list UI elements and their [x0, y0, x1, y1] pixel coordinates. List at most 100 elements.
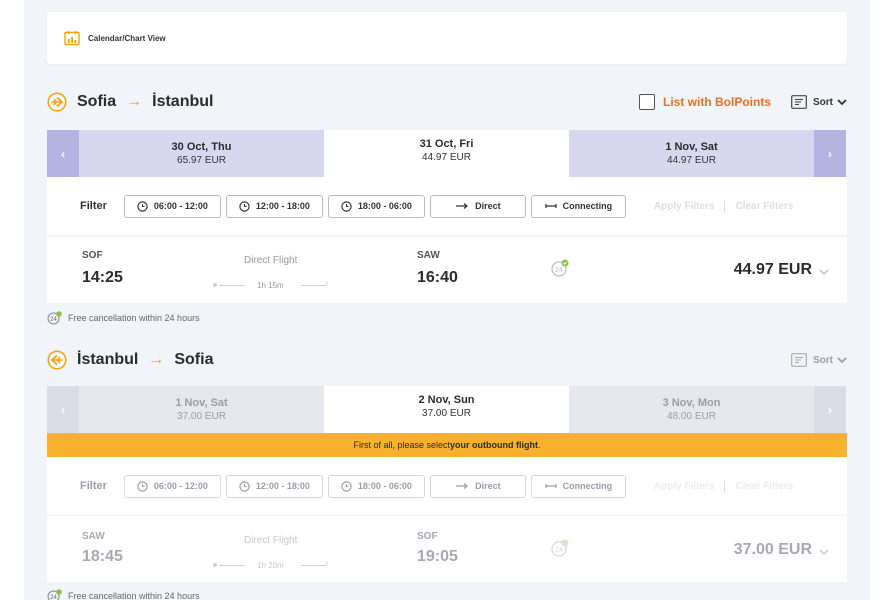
date-option[interactable]: 30 Oct, Thu 65.97 EUR — [79, 130, 324, 177]
connecting-icon — [545, 204, 557, 208]
filter-time-label: 06:00 - 12:00 — [153, 481, 208, 491]
filter-connecting-button[interactable]: Connecting — [530, 194, 626, 218]
route-line — [301, 565, 327, 566]
prev-date-button[interactable]: ‹ — [47, 386, 79, 433]
bolpoints-checkbox[interactable] — [639, 94, 655, 110]
clear-filters-button[interactable]: Clear Filters — [735, 201, 793, 212]
arrival-airport: SAW — [417, 250, 440, 261]
filter-time-label: 18:00 - 06:00 — [357, 481, 412, 491]
date-option-selected[interactable]: 2 Nov, Sun 37.00 EUR — [324, 386, 569, 433]
return-date-selector: ‹ 1 Nov, Sat 37.00 EUR 2 Nov, Sun 37.00 … — [47, 386, 847, 433]
outbound-route-header: Sofia → İstanbul List with BolPoints Sor… — [47, 87, 847, 117]
filter-evening-button[interactable]: 18:00 - 06:00 — [327, 194, 425, 218]
direct-arrow-icon — [456, 203, 469, 209]
filter-time-label: 12:00 - 18:00 — [255, 481, 310, 491]
filter-direct-button[interactable]: Direct — [429, 474, 526, 498]
date-label: 30 Oct, Thu — [171, 140, 232, 153]
date-option[interactable]: 3 Nov, Mon 48.00 EUR — [569, 386, 814, 433]
chevron-down-icon[interactable] — [837, 356, 847, 364]
route-arrow: → — [126, 93, 143, 110]
clock-icon — [137, 480, 148, 492]
chevron-down-icon[interactable] — [837, 98, 847, 106]
return-destination: Sofia — [174, 351, 214, 368]
svg-text:24: 24 — [50, 595, 57, 600]
sort-button[interactable]: Sort — [813, 355, 833, 366]
free-cancellation-icon: 24 — [47, 311, 62, 325]
filter-direct-label: Direct — [475, 481, 501, 491]
departure-airport: SOF — [82, 250, 103, 261]
route-line — [219, 285, 245, 286]
departure-airport: SAW — [82, 531, 105, 542]
apply-filters-button[interactable]: Apply Filters — [654, 481, 715, 492]
clock-icon — [341, 480, 352, 492]
date-price: 65.97 EUR — [177, 154, 226, 166]
sort-button[interactable]: Sort — [813, 97, 833, 108]
filter-time-label: 06:00 - 12:00 — [153, 201, 208, 211]
outbound-flight-card[interactable]: SOF 14:25 Direct Flight 1h 15m › SAW 16:… — [47, 237, 847, 303]
return-flight-card[interactable]: SAW 18:45 Direct Flight 1h 20m › SOF 19:… — [47, 516, 847, 582]
route-arrow-icon: › — [325, 278, 329, 289]
filter-connecting-label: Connecting — [562, 201, 613, 211]
outbound-date-selector: ‹ 30 Oct, Thu 65.97 EUR 31 Oct, Fri 44.9… — [47, 130, 847, 177]
route-start-dot — [213, 283, 217, 287]
filter-time-label: 12:00 - 18:00 — [255, 201, 310, 211]
filter-label: Filter — [80, 200, 107, 212]
filter-afternoon-button[interactable]: 12:00 - 18:00 — [225, 194, 323, 218]
apply-filters-button[interactable]: Apply Filters — [654, 201, 715, 212]
return-route-header: İstanbul → Sofia Sort — [47, 345, 847, 375]
next-date-button[interactable]: › — [814, 386, 846, 433]
filter-direct-button[interactable]: Direct — [429, 194, 526, 218]
cancellation-text: Free cancellation within 24 hours — [68, 313, 200, 323]
flight-price: 44.97 EUR — [733, 261, 812, 278]
clock-icon — [239, 480, 250, 492]
banner-text: First of all, please select — [353, 440, 451, 450]
calendar-view-toggle[interactable]: Calendar/Chart View — [47, 12, 847, 64]
cancellation-note: 24 Free cancellation within 24 hours — [47, 311, 200, 325]
filter-morning-button[interactable]: 06:00 - 12:00 — [123, 474, 221, 498]
filter-connecting-label: Connecting — [562, 481, 613, 491]
free-cancellation-icon: 24 — [551, 259, 569, 277]
next-date-button[interactable]: › — [814, 130, 846, 177]
prev-date-button[interactable]: ‹ — [47, 130, 79, 177]
clock-icon — [341, 200, 352, 212]
outbound-filter-bar: Filter 06:00 - 12:00 12:00 - 18:00 18:00… — [47, 177, 847, 235]
return-filter-bar: Filter 06:00 - 12:00 12:00 - 18:00 18:00… — [47, 457, 847, 515]
departing-plane-icon — [47, 92, 67, 112]
date-price: 44.97 EUR — [422, 152, 471, 163]
date-label: 2 Nov, Sun — [418, 394, 475, 406]
connecting-icon — [545, 484, 557, 488]
route-line — [219, 565, 245, 566]
departure-time: 18:45 — [82, 548, 123, 565]
date-price: 37.00 EUR — [422, 408, 471, 419]
route-arrow: → — [148, 351, 165, 368]
departure-time: 14:25 — [82, 269, 123, 286]
filter-afternoon-button[interactable]: 12:00 - 18:00 — [225, 474, 323, 498]
calendar-chart-icon — [64, 31, 80, 46]
date-option[interactable]: 1 Nov, Sat 37.00 EUR — [79, 386, 324, 433]
arrival-time: 19:05 — [417, 548, 458, 565]
date-label: 31 Oct, Fri — [419, 138, 474, 150]
filter-morning-button[interactable]: 06:00 - 12:00 — [123, 194, 221, 218]
date-option[interactable]: 1 Nov, Sat 44.97 EUR — [569, 130, 814, 177]
sort-icon[interactable] — [791, 95, 807, 109]
route-start-dot — [213, 563, 217, 567]
date-option-selected[interactable]: 31 Oct, Fri 44.97 EUR — [324, 130, 569, 177]
flight-duration: 1h 15m — [257, 281, 284, 290]
filter-evening-button[interactable]: 18:00 - 06:00 — [327, 474, 425, 498]
returning-plane-icon — [47, 350, 67, 370]
flight-duration: 1h 20m — [257, 561, 284, 570]
filter-time-label: 18:00 - 06:00 — [357, 201, 412, 211]
sort-icon[interactable] — [791, 353, 807, 367]
filter-connecting-button[interactable]: Connecting — [530, 474, 626, 498]
clear-filters-button[interactable]: Clear Filters — [735, 481, 793, 492]
route-line — [301, 285, 327, 286]
outbound-origin: Sofia — [77, 93, 117, 110]
filter-direct-label: Direct — [475, 201, 501, 211]
bolpoints-label[interactable]: List with BolPoints — [663, 95, 771, 109]
cancellation-text: Free cancellation within 24 hours — [68, 591, 200, 600]
arrival-time: 16:40 — [417, 269, 458, 286]
chevron-down-icon[interactable] — [819, 548, 829, 556]
arrival-airport: SOF — [417, 531, 438, 542]
cancellation-note: 24 Free cancellation within 24 hours — [47, 589, 200, 600]
chevron-down-icon[interactable] — [819, 268, 829, 276]
